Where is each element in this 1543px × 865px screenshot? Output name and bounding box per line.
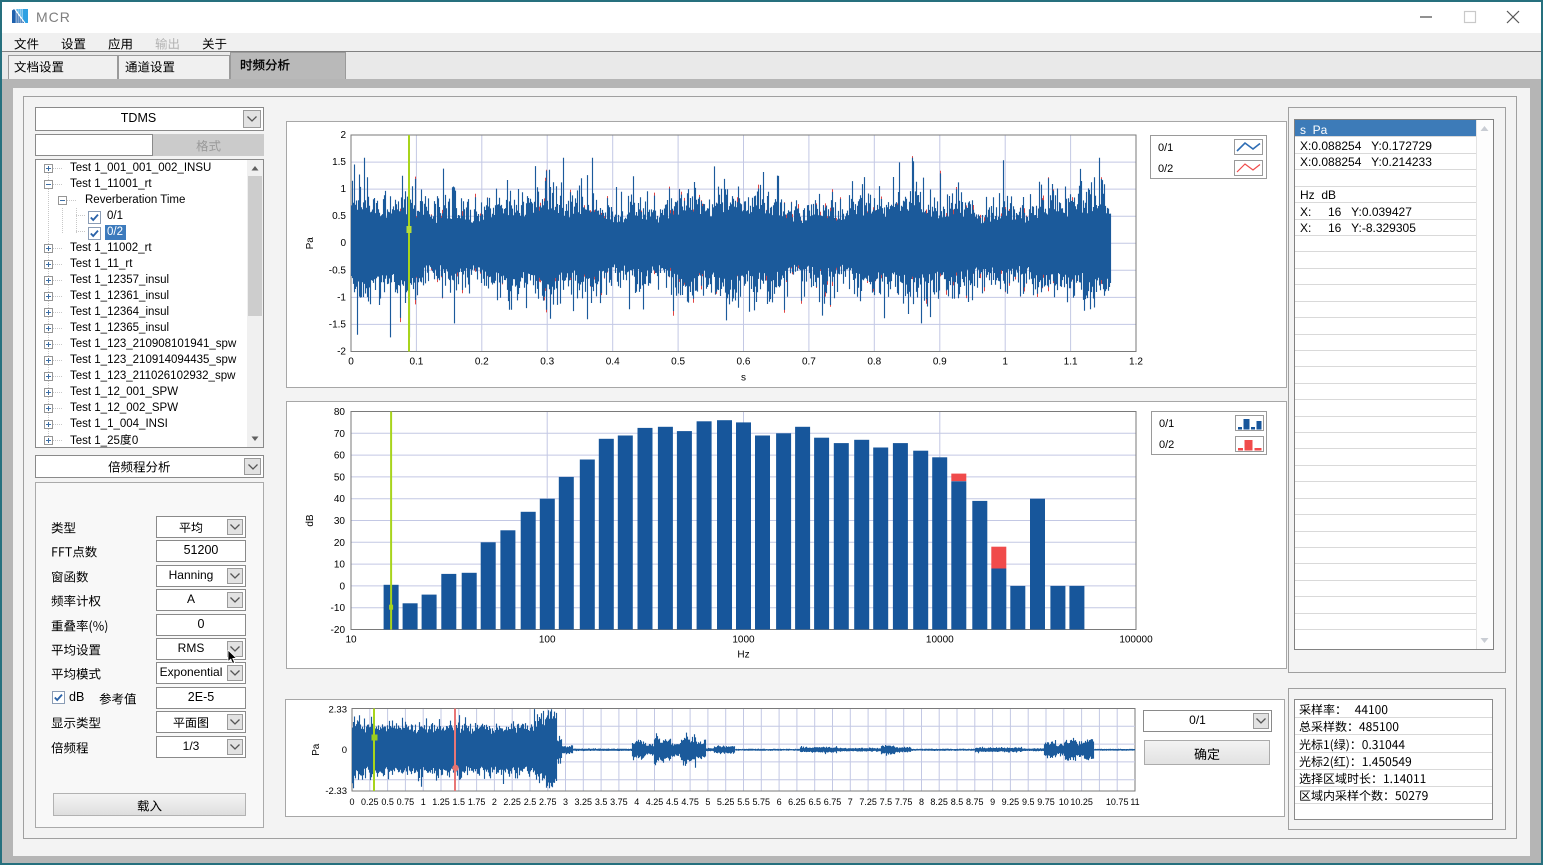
svg-text:-20: -20 [331, 625, 346, 636]
svg-text:11: 11 [1130, 797, 1139, 807]
svg-text:-2.33: -2.33 [325, 786, 347, 797]
svg-text:100: 100 [539, 635, 556, 646]
svg-text:-0.5: -0.5 [329, 265, 347, 276]
svg-text:1.25: 1.25 [432, 797, 450, 807]
svg-text:0: 0 [348, 357, 354, 368]
svg-text:5.75: 5.75 [753, 797, 771, 807]
svg-text:3: 3 [563, 797, 568, 807]
svg-text:50: 50 [334, 472, 346, 483]
svg-text:0.25: 0.25 [361, 797, 379, 807]
svg-text:2.33: 2.33 [329, 705, 348, 716]
svg-text:1: 1 [421, 797, 426, 807]
svg-text:1.1: 1.1 [1064, 357, 1078, 368]
svg-text:40: 40 [334, 494, 346, 505]
svg-text:6: 6 [777, 797, 782, 807]
svg-text:Pa: Pa [305, 237, 316, 250]
svg-text:20: 20 [334, 538, 346, 549]
svg-text:80: 80 [334, 407, 346, 418]
svg-text:s: s [741, 373, 746, 384]
svg-text:0.8: 0.8 [867, 357, 881, 368]
svg-text:0.5: 0.5 [332, 211, 346, 222]
svg-text:5: 5 [705, 797, 710, 807]
svg-text:0.9: 0.9 [933, 357, 947, 368]
svg-text:8.5: 8.5 [951, 797, 964, 807]
svg-text:9: 9 [990, 797, 995, 807]
svg-text:0/2: 0/2 [1159, 439, 1174, 451]
svg-text:3.25: 3.25 [575, 797, 593, 807]
svg-text:6.75: 6.75 [824, 797, 842, 807]
svg-text:0.1: 0.1 [409, 357, 423, 368]
svg-text:9.5: 9.5 [1022, 797, 1035, 807]
svg-text:0.5: 0.5 [381, 797, 394, 807]
svg-text:-10: -10 [331, 603, 346, 614]
svg-text:0.7: 0.7 [802, 357, 816, 368]
svg-text:7.5: 7.5 [880, 797, 893, 807]
svg-text:1: 1 [340, 184, 346, 195]
svg-text:2.25: 2.25 [503, 797, 521, 807]
svg-text:Pa: Pa [311, 743, 322, 756]
svg-text:4.25: 4.25 [646, 797, 664, 807]
svg-text:0.75: 0.75 [397, 797, 415, 807]
svg-text:3.75: 3.75 [610, 797, 628, 807]
svg-text:2: 2 [340, 130, 346, 141]
svg-text:2: 2 [492, 797, 497, 807]
svg-text:6.5: 6.5 [808, 797, 821, 807]
svg-text:-2: -2 [337, 347, 346, 358]
svg-text:1: 1 [1002, 357, 1008, 368]
svg-text:8.75: 8.75 [966, 797, 984, 807]
svg-text:1.5: 1.5 [453, 797, 466, 807]
svg-text:0: 0 [349, 797, 354, 807]
svg-text:5.25: 5.25 [717, 797, 735, 807]
svg-text:4.75: 4.75 [681, 797, 699, 807]
svg-text:0.3: 0.3 [540, 357, 554, 368]
svg-text:0.6: 0.6 [737, 357, 751, 368]
svg-text:0.2: 0.2 [475, 357, 489, 368]
svg-text:7.75: 7.75 [895, 797, 913, 807]
svg-text:0: 0 [340, 238, 346, 249]
svg-text:0/1: 0/1 [1159, 418, 1174, 430]
svg-text:100000: 100000 [1119, 635, 1153, 646]
svg-text:1.5: 1.5 [332, 157, 346, 168]
svg-text:10: 10 [334, 560, 346, 571]
svg-text:10.75: 10.75 [1106, 797, 1129, 807]
svg-text:1000: 1000 [732, 635, 755, 646]
svg-text:0.5: 0.5 [671, 357, 685, 368]
svg-text:6.25: 6.25 [788, 797, 806, 807]
svg-text:10.25: 10.25 [1070, 797, 1093, 807]
svg-text:8.25: 8.25 [930, 797, 948, 807]
svg-text:10000: 10000 [926, 635, 954, 646]
svg-text:0.4: 0.4 [606, 357, 620, 368]
svg-text:9.25: 9.25 [1002, 797, 1020, 807]
svg-text:70: 70 [334, 429, 346, 440]
svg-text:10: 10 [1059, 797, 1069, 807]
svg-text:10: 10 [345, 635, 357, 646]
svg-text:Hz: Hz [737, 650, 749, 661]
svg-text:0: 0 [342, 745, 347, 756]
svg-text:0/2: 0/2 [1158, 163, 1173, 175]
svg-text:7.25: 7.25 [859, 797, 877, 807]
svg-text:5.5: 5.5 [737, 797, 750, 807]
svg-text:30: 30 [334, 516, 346, 527]
svg-text:9.75: 9.75 [1037, 797, 1055, 807]
svg-text:3.5: 3.5 [595, 797, 608, 807]
svg-text:0: 0 [339, 581, 345, 592]
svg-text:4: 4 [634, 797, 639, 807]
svg-text:1.2: 1.2 [1129, 357, 1143, 368]
svg-text:-1: -1 [337, 292, 346, 303]
svg-text:8: 8 [919, 797, 924, 807]
svg-text:-1.5: -1.5 [329, 319, 347, 330]
svg-text:2.5: 2.5 [524, 797, 537, 807]
svg-text:dB: dB [305, 514, 316, 527]
svg-text:1.75: 1.75 [468, 797, 486, 807]
svg-text:7: 7 [848, 797, 853, 807]
svg-text:2.75: 2.75 [539, 797, 557, 807]
svg-text:4.5: 4.5 [666, 797, 679, 807]
svg-text:0/1: 0/1 [1158, 142, 1173, 154]
svg-text:60: 60 [334, 451, 346, 462]
